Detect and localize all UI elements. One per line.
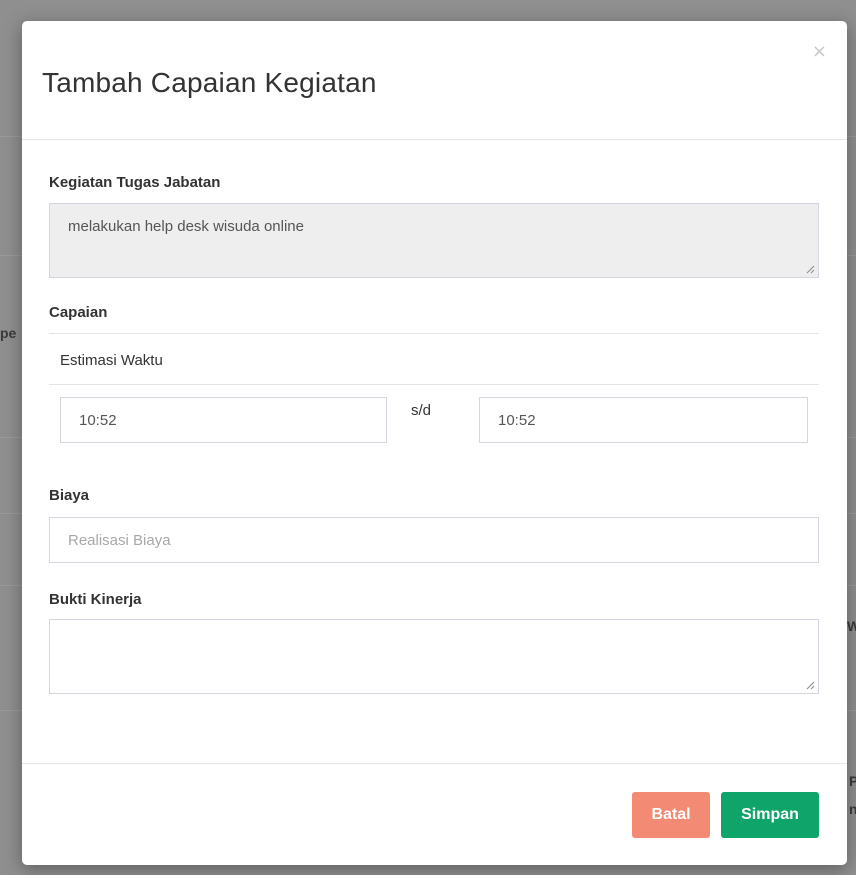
divider xyxy=(49,384,819,385)
performance-proof-label: Bukti Kinerja xyxy=(49,591,142,608)
activity-textarea[interactable]: melakukan help desk wisuda online xyxy=(49,203,819,278)
modal-footer: Batal Simpan xyxy=(22,763,847,865)
activity-label: Kegiatan Tugas Jabatan xyxy=(49,174,221,191)
performance-proof-textarea[interactable] xyxy=(49,619,819,694)
add-achievement-modal: Tambah Capaian Kegiatan × Kegiatan Tugas… xyxy=(22,21,847,865)
divider xyxy=(49,333,819,334)
modal-title: Tambah Capaian Kegiatan xyxy=(42,67,377,98)
modal-header: Tambah Capaian Kegiatan × xyxy=(22,21,847,140)
end-time-input[interactable] xyxy=(479,397,808,443)
time-separator-label: s/d xyxy=(411,402,432,419)
cost-input[interactable] xyxy=(49,517,819,563)
backdrop-text: pe xyxy=(0,325,17,341)
backdrop-text: P xyxy=(849,773,856,789)
save-button[interactable]: Simpan xyxy=(721,792,819,838)
close-icon[interactable]: × xyxy=(812,43,827,61)
achievement-label: Capaian xyxy=(49,304,108,321)
cost-label: Biaya xyxy=(49,487,90,504)
cancel-button[interactable]: Batal xyxy=(632,792,710,838)
backdrop-text: n xyxy=(849,801,856,817)
time-estimate-label: Estimasi Waktu xyxy=(60,352,163,369)
backdrop-text: Wa xyxy=(847,618,856,634)
start-time-input[interactable] xyxy=(60,397,387,443)
